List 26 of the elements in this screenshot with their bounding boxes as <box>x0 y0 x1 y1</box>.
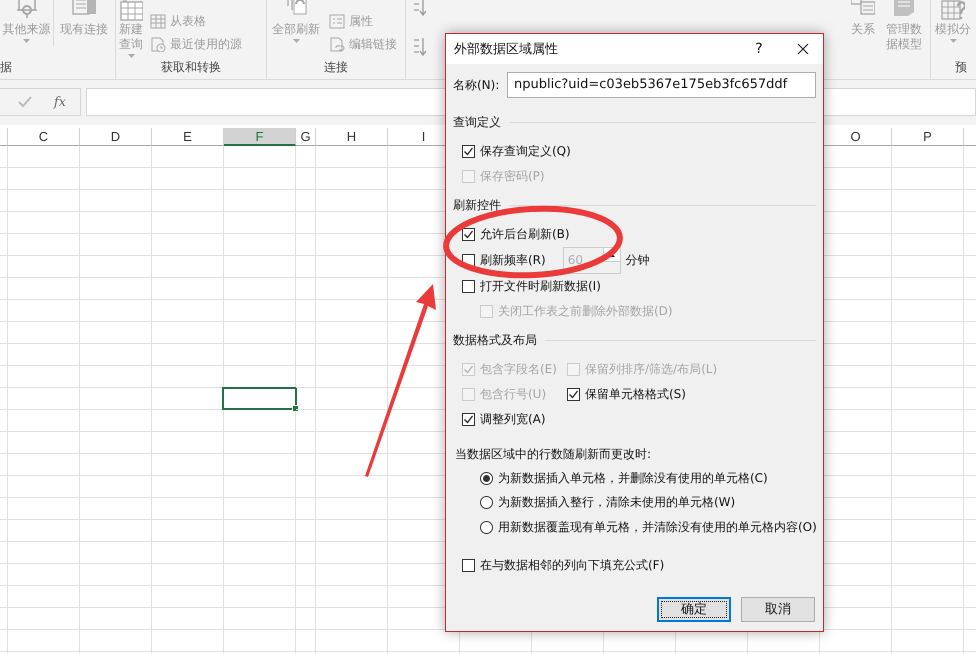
group-label: 据 <box>0 59 12 76</box>
field-label: 名称(N): <box>453 76 500 94</box>
group-label: 获取和转换 <box>161 59 221 76</box>
checkbox-label: 保留列排序/筛选/布局(L) <box>585 361 718 378</box>
checkbox-label: 保存查询定义(Q) <box>480 143 571 160</box>
group-label: 连接 <box>324 59 348 76</box>
checkbox-label: 在与数据相邻的列向下填充公式(F) <box>480 556 664 574</box>
checkbox-label: 保留单元格格式(S) <box>585 386 686 403</box>
checkbox-label: 包含字段名(E) <box>480 361 557 378</box>
radio-label: 为新数据插入单元格，并删除没有使用的单元格(C) <box>498 470 768 487</box>
checkbox-label: 调整列宽(A) <box>480 411 546 428</box>
dialog-title: 外部数据区域属性 <box>454 41 559 58</box>
group-label: 预 <box>955 59 967 76</box>
prompt-text: 当数据区域中的行数随刷新而更改时: <box>454 446 652 462</box>
checkbox-label: 包含行号(U) <box>480 386 546 403</box>
section-title: 数据格式及布局 <box>453 332 537 348</box>
checkbox-label: 保存密码(P) <box>480 168 545 185</box>
radio-label: 用新数据覆盖现有单元格，并清除没有使用的单元格内容(O) <box>498 518 817 536</box>
checkbox-label: 关闭工作表之前删除外部数据(D) <box>498 303 673 320</box>
checkbox-label: 打开文件时刷新数据(I) <box>480 278 601 295</box>
section-title: 查询定义 <box>453 114 501 130</box>
section-title: 刷新控件 <box>453 196 501 214</box>
checkbox-label: 允许后台刷新(B) <box>480 226 570 243</box>
checkbox-label: 刷新频率(R) <box>480 252 546 269</box>
unit-label: 分钟 <box>626 252 650 269</box>
radio-label: 为新数据插入整行，清除未使用的单元格(W) <box>498 494 736 512</box>
